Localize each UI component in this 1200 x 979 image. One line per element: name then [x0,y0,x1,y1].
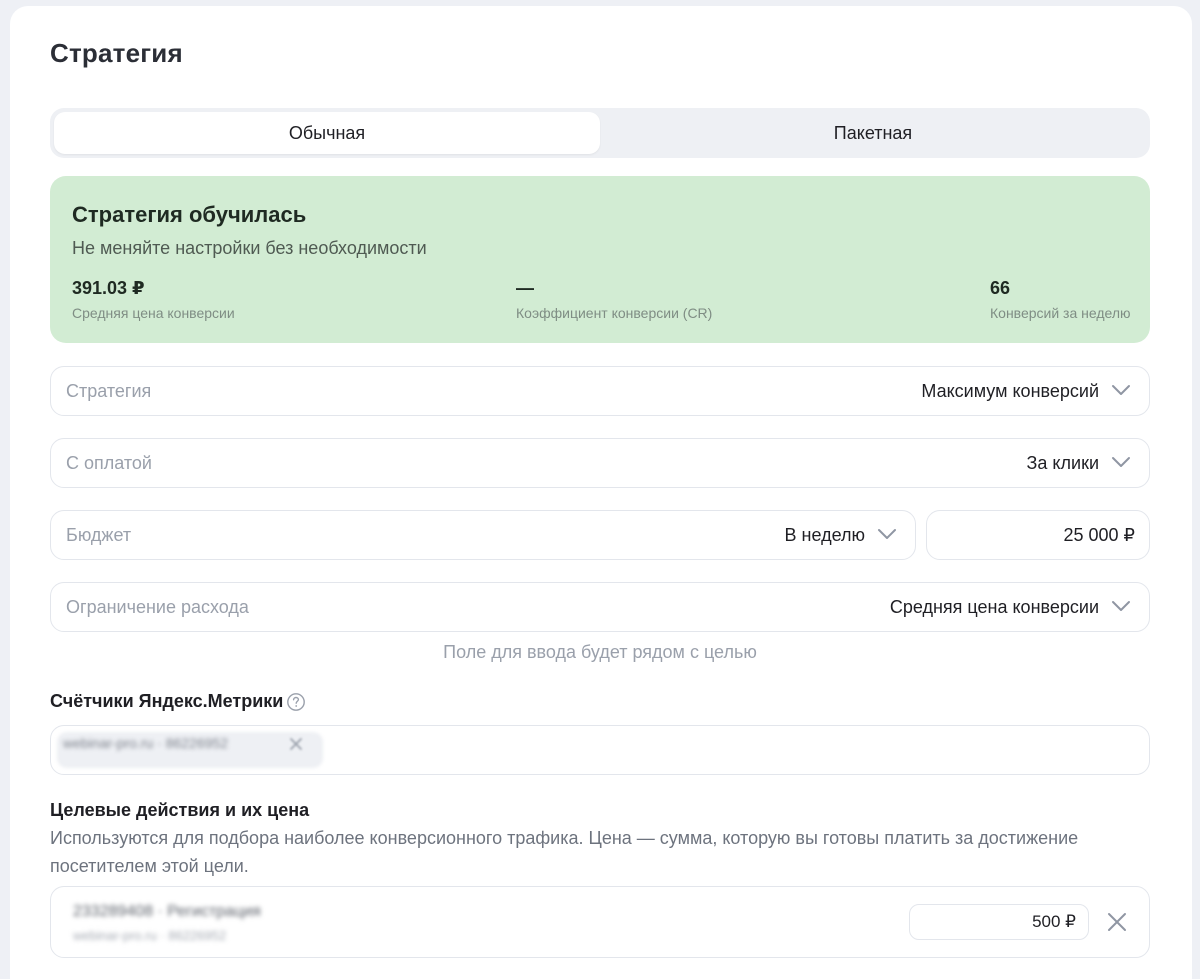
budget-amount-input[interactable]: 25 000 ₽ [926,510,1150,560]
spend-limit-select[interactable]: Ограничение расхода Средняя цена конверс… [50,582,1150,632]
page-title: Стратегия [50,38,183,68]
tab-regular[interactable]: Обычная [54,112,600,154]
metric-value: 391.03 ₽ [72,278,145,298]
spend-limit-label: Ограничение расхода [66,596,249,617]
payment-select-label: С оплатой [66,452,152,473]
close-icon[interactable] [1106,911,1128,933]
chevron-down-icon [1112,601,1130,611]
goal-price-value: 500 ₽ [1032,912,1076,931]
chevron-down-icon [1112,385,1130,395]
strategy-select-label: Стратегия [66,380,152,401]
counter-chip-label: webinar-pro.ru · 86226952 [63,735,228,751]
budget-period-value: В неделю [784,524,865,545]
metric-value: — [516,278,534,298]
spend-limit-value: Средняя цена конверсии [889,596,1099,617]
strategy-select-value: Максимум конверсий [921,380,1099,401]
metric-avg-conversion-cost: 391.03 ₽ Средняя цена конверсии [72,278,235,321]
strategy-status-panel: Стратегия обучилась Не меняйте настройки… [50,176,1150,343]
goal-counter: webinar-pro.ru · 86226952 [73,928,227,943]
budget-amount-value: 25 000 ₽ [1063,524,1135,545]
chevron-down-icon [878,529,896,539]
question-circle-icon[interactable] [286,692,306,712]
goal-row: 233289408 · Регистрация webinar-pro.ru ·… [50,886,1150,958]
budget-period-select[interactable]: Бюджет В неделю [50,510,916,560]
goals-description: Используются для подбора наиболее конвер… [50,828,1079,876]
budget-label: Бюджет [66,524,132,545]
close-icon[interactable] [287,735,305,753]
strategy-select[interactable]: Стратегия Максимум конверсий [50,366,1150,416]
spend-limit-hint: Поле для ввода будет рядом с целью [443,642,757,662]
goal-price-input[interactable]: 500 ₽ [909,904,1089,940]
payment-select-value: За клики [1026,452,1099,473]
metric-label: Средняя цена конверсии [72,305,235,321]
status-subtitle: Не меняйте настройки без необходимости [72,238,427,258]
metric-conversion-rate: — Коэффициент конверсии (CR) [516,278,712,321]
payment-select[interactable]: С оплатой За клики [50,438,1150,488]
goal-name: 233289408 · Регистрация [73,903,261,920]
metric-label: Конверсий за неделю [990,305,1131,321]
status-title: Стратегия обучилась [72,202,307,227]
chevron-down-icon [1112,457,1130,467]
metric-value: 66 [990,278,1011,298]
strategy-type-tabs: Обычная Пакетная [50,108,1150,158]
metric-weekly-conversions: 66 Конверсий за неделю [990,278,1131,321]
metric-label: Коэффициент конверсии (CR) [516,305,713,321]
metrika-counters-input[interactable]: webinar-pro.ru · 86226952 [50,725,1150,775]
tab-package[interactable]: Пакетная [600,112,1146,154]
metrika-counters-title: Счётчики Яндекс.Метрики [50,691,284,711]
goals-title: Целевые действия и их цена [50,800,310,820]
